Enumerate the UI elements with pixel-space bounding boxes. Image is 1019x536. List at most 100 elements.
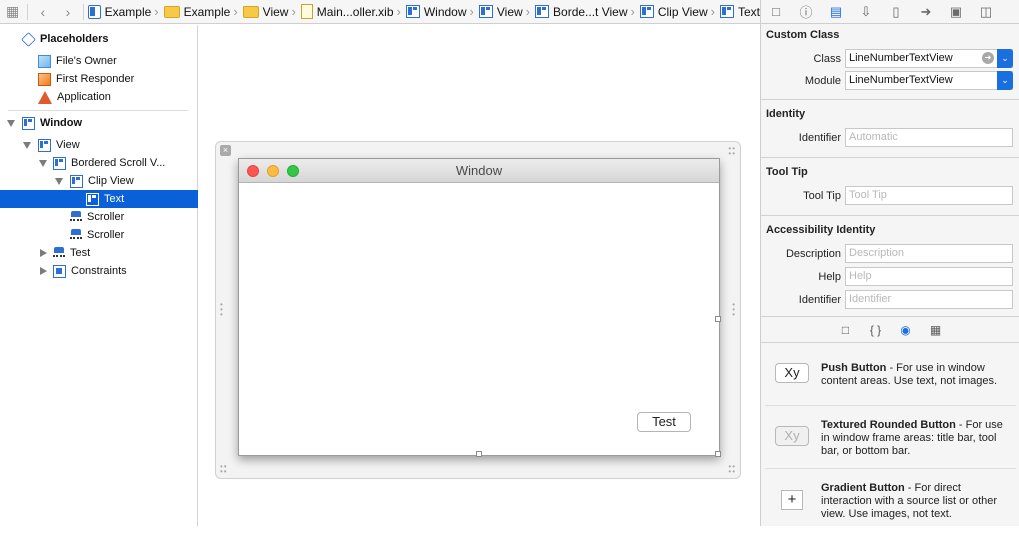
identifier-field[interactable]: Automatic <box>845 128 1013 147</box>
outline-label: View <box>56 139 80 151</box>
resize-dots-icon: • • • <box>732 300 736 319</box>
outline-label: Application <box>57 91 111 103</box>
resize-handle[interactable] <box>476 451 482 457</box>
size-inspector-icon[interactable]: ▯ <box>881 1 911 23</box>
media-library-icon[interactable]: ▦ <box>927 321 945 339</box>
file-template-icon[interactable]: □ <box>837 321 855 339</box>
outline-application[interactable]: Application <box>0 88 198 106</box>
module-dropdown-icon[interactable]: ⌄ <box>997 71 1013 90</box>
chevron-right-icon: › <box>710 4 715 19</box>
breadcrumb-bordered-scroll-view[interactable]: Borde...t View › <box>533 4 638 19</box>
description-field[interactable]: Description <box>845 244 1013 263</box>
outline-scroller-2[interactable]: Scroller <box>0 226 198 244</box>
class-field[interactable]: LineNumberTextView ➜ ⌄ <box>845 49 1013 68</box>
related-items-icon[interactable]: ▦ <box>0 1 25 23</box>
disclosure-open-icon[interactable] <box>22 140 32 150</box>
breadcrumb-window[interactable]: Window › <box>404 4 477 19</box>
library-item-gradient-button[interactable]: + Gradient Button - For direct interacti… <box>761 476 1019 536</box>
resize-handle[interactable] <box>715 316 721 322</box>
library-item-textured-rounded-button[interactable]: Xy Textured Rounded Button - For use in … <box>761 413 1019 473</box>
library-item-text: Textured Rounded Button - For use in win… <box>821 419 1006 458</box>
designed-window[interactable]: Window Test <box>238 158 721 457</box>
scroll-view-icon <box>53 156 66 170</box>
file-inspector-icon[interactable]: □ <box>761 1 791 23</box>
folder-icon <box>163 5 180 18</box>
description-label: Description <box>785 248 841 260</box>
outline-first-responder[interactable]: First Responder <box>0 70 198 88</box>
outline-bordered-scroll-view[interactable]: Bordered Scroll V... <box>0 154 198 172</box>
breadcrumb-clip-view[interactable]: Clip View › <box>638 4 718 19</box>
object-library-icon[interactable]: ◉ <box>897 321 915 339</box>
divider <box>765 468 1016 469</box>
module-field[interactable]: LineNumberTextView ⌄ <box>845 71 1013 90</box>
class-dropdown-icon[interactable]: ⌄ <box>997 49 1013 68</box>
breadcrumb-text[interactable]: Text <box>718 5 760 19</box>
resize-handle[interactable] <box>715 451 721 457</box>
effects-inspector-icon[interactable]: ◫ <box>971 1 1001 23</box>
outline-scroller-1[interactable]: Scroller <box>0 208 198 226</box>
disclosure-open-icon[interactable] <box>38 158 48 168</box>
cube-icon <box>38 54 51 68</box>
placeholder-cube-icon <box>21 31 36 47</box>
breadcrumb-group-view[interactable]: View › <box>241 4 299 19</box>
code-snippet-icon[interactable]: { } <box>867 321 885 339</box>
test-button[interactable]: Test <box>637 412 691 432</box>
custom-class-title: Custom Class <box>766 29 840 41</box>
disclosure-open-icon[interactable] <box>6 118 16 128</box>
bindings-inspector-icon[interactable]: ▣ <box>941 1 971 23</box>
outline-placeholders[interactable]: Placeholders <box>0 30 198 48</box>
identity-inspector-icon[interactable]: ▤ <box>821 1 851 23</box>
divider <box>761 215 1019 216</box>
breadcrumb-label: Text <box>738 4 760 19</box>
tooltip-field[interactable]: Tool Tip <box>845 186 1013 205</box>
close-scene-icon[interactable]: × <box>220 145 231 156</box>
divider <box>761 157 1019 158</box>
acc-identifier-label: Identifier <box>798 294 841 306</box>
attributes-inspector-icon[interactable]: ⇩ <box>851 1 881 23</box>
breadcrumb-view[interactable]: View › <box>477 4 533 19</box>
connections-inspector-icon[interactable]: ➜ <box>911 1 941 23</box>
text-view-content[interactable]: Test <box>239 184 719 455</box>
outline-text[interactable]: Text <box>0 190 198 208</box>
library-item-text: Push Button - For use in window content … <box>821 362 1006 388</box>
library-tabs: □ { } ◉ ▦ <box>761 318 1019 342</box>
interface-builder-canvas[interactable]: × •• •• • • • • • • •• •• •• •• Window Test <box>199 25 759 526</box>
outline-label: Scroller <box>87 229 125 241</box>
window-title-bar[interactable]: Window <box>239 159 719 183</box>
acc-identifier-field[interactable]: Identifier <box>845 290 1013 309</box>
breadcrumb-project[interactable]: Example › <box>86 4 162 19</box>
tooltip-label: Tool Tip <box>803 190 841 202</box>
scroller-icon <box>70 211 82 223</box>
library-item-name: Push Button <box>821 362 887 374</box>
outline-window[interactable]: Window <box>0 114 198 132</box>
breadcrumb-label: Borde...t View <box>553 4 628 19</box>
outline-label: Text <box>104 193 125 205</box>
forward-chevron-icon[interactable]: › <box>55 1 80 23</box>
disclosure-closed-icon[interactable] <box>38 248 48 258</box>
outline-files-owner[interactable]: File's Owner <box>0 52 198 70</box>
navigate-arrow-icon[interactable]: ➜ <box>982 52 994 64</box>
outline-view[interactable]: View <box>0 136 198 154</box>
accessibility-title: Accessibility Identity <box>766 224 876 236</box>
resize-dots-icon: •• •• <box>728 144 736 158</box>
quick-help-icon[interactable]: ⓘ <box>791 1 821 23</box>
breadcrumb-group-example[interactable]: Example › <box>162 4 241 19</box>
disclosure-closed-icon[interactable] <box>38 266 48 276</box>
outline-constraints[interactable]: Constraints <box>0 262 198 280</box>
outline-test[interactable]: Test <box>0 244 198 262</box>
disclosure-open-icon[interactable] <box>54 176 64 186</box>
outline-label: Scroller <box>87 211 125 223</box>
resize-dots-icon: •• •• <box>220 462 228 476</box>
library-item-push-button[interactable]: Xy Push Button - For use in window conte… <box>761 356 1019 416</box>
help-field[interactable]: Help <box>845 267 1013 286</box>
back-chevron-icon[interactable]: ‹ <box>30 1 55 23</box>
outline-label: Window <box>40 117 83 129</box>
window-scene[interactable]: × •• •• • • • • • • •• •• •• •• Window Test <box>215 141 741 479</box>
divider <box>761 99 1019 100</box>
constraints-icon <box>53 264 66 278</box>
breadcrumb-xib[interactable]: Main...oller.xib › <box>299 4 404 19</box>
chevron-right-icon: › <box>469 4 474 19</box>
outline-clip-view[interactable]: Clip View <box>0 172 198 190</box>
breadcrumb-label: Clip View <box>657 4 708 19</box>
application-icon <box>38 90 52 104</box>
